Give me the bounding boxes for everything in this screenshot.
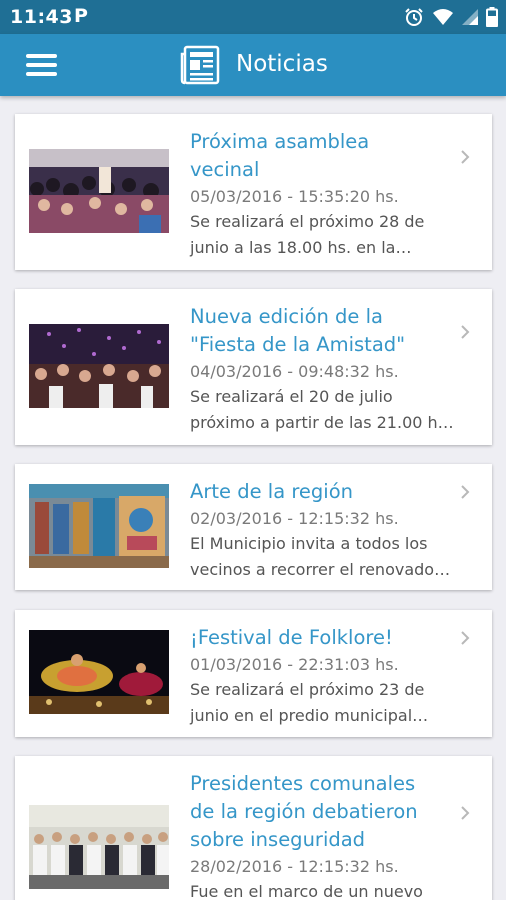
news-thumbnail <box>29 324 169 408</box>
news-card[interactable]: Nueva edición de la "Fiesta de la Amistad… <box>15 289 492 445</box>
parking-notification-icon: P <box>74 5 88 27</box>
chevron-right-icon <box>461 150 470 164</box>
news-card[interactable]: Arte de la región 02/03/2016 - 12:15:32 … <box>15 464 492 590</box>
signal-icon <box>462 9 478 25</box>
news-title: Nueva edición de la "Fiesta de la Amistad… <box>190 305 406 356</box>
news-summary: Se realizará el próximo 23 de junio en el… <box>190 680 429 725</box>
battery-icon <box>486 7 498 27</box>
news-card[interactable]: ¡Festival de Folklore! 01/03/2016 - 22:3… <box>15 610 492 737</box>
hamburger-menu-icon[interactable] <box>24 51 60 79</box>
news-summary: El Municipio invita a todos los vecinos a… <box>190 534 451 579</box>
news-card[interactable]: Próxima asamblea vecinal 05/03/2016 - 15:… <box>15 114 492 270</box>
news-date: 28/02/2016 - 12:15:32 hs. <box>190 857 399 876</box>
wifi-icon <box>433 9 453 25</box>
page-title: Noticias <box>236 51 328 77</box>
news-date: 01/03/2016 - 22:31:03 hs. <box>190 655 399 674</box>
news-thumbnail <box>29 805 169 889</box>
news-title: Arte de la región <box>190 480 354 503</box>
news-thumbnail <box>29 484 169 568</box>
news-summary: Se realizará el 20 de julio próximo a par… <box>190 387 454 432</box>
app-bar: Noticias <box>0 34 506 96</box>
news-thumbnail <box>29 149 169 233</box>
status-icons <box>404 6 498 28</box>
news-date: 02/03/2016 - 12:15:32 hs. <box>190 509 399 528</box>
chevron-right-icon <box>461 631 470 645</box>
news-thumbnail <box>29 630 169 714</box>
news-title: Próxima asamblea vecinal <box>190 130 370 181</box>
news-title: ¡Festival de Folklore! <box>190 626 393 649</box>
chevron-right-icon <box>461 806 470 820</box>
newspaper-icon <box>180 45 220 85</box>
status-time: 11:43 <box>10 6 73 28</box>
news-summary: Fue en el marco de un nuevo <box>190 882 423 900</box>
chevron-right-icon <box>461 325 470 339</box>
news-date: 05/03/2016 - 15:35:20 hs. <box>190 187 399 206</box>
chevron-right-icon <box>461 485 470 499</box>
status-bar: 11:43 P <box>0 0 506 34</box>
news-date: 04/03/2016 - 09:48:32 hs. <box>190 362 399 381</box>
alarm-icon <box>405 8 423 26</box>
news-title: Presidentes comunales de la región debati… <box>190 772 418 851</box>
news-card[interactable]: Presidentes comunales de la región debati… <box>15 756 492 900</box>
news-summary: Se realizará el próximo 28 de junio a las… <box>190 212 425 257</box>
